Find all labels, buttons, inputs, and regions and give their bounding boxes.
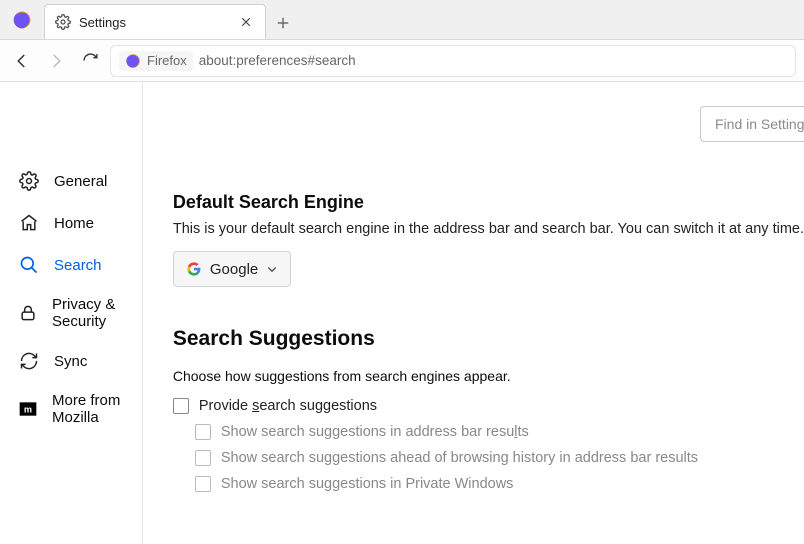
checkbox-box [173,398,189,414]
tab-title: Settings [79,15,229,30]
checkbox-box [195,450,211,466]
mozilla-icon: m [18,398,38,420]
home-icon [18,212,40,234]
show-suggestions-ahead-history-checkbox[interactable]: Show search suggestions ahead of browsin… [195,450,804,466]
find-placeholder: Find in Settings [715,116,804,132]
chevron-down-icon [266,263,278,275]
sidebar-item-privacy[interactable]: Privacy & Security [0,286,142,340]
section-heading: Default Search Engine [173,192,804,213]
show-suggestions-addressbar-checkbox[interactable]: Show search suggestions in address bar r… [195,424,804,440]
sidebar-item-more-mozilla[interactable]: m More from Mozilla [0,382,142,436]
sidebar-label: Home [54,215,94,232]
back-button[interactable] [8,47,36,75]
section-heading: Search Suggestions [173,327,804,351]
firefox-icon [125,53,141,69]
main-pane: Find in Settings Default Search Engine T… [143,82,804,544]
section-description: This is your default search engine in th… [173,221,804,237]
lock-icon [18,302,38,324]
gear-icon [18,170,40,192]
checkbox-label: Show search suggestions ahead of browsin… [221,450,698,466]
find-in-settings-input[interactable]: Find in Settings [700,106,804,142]
gear-icon [55,14,71,30]
section-description: Choose how suggestions from search engin… [173,368,804,384]
sidebar-label: More from Mozilla [52,392,124,426]
sidebar-label: General [54,173,107,190]
selected-engine-label: Google [210,261,258,278]
browser-tab[interactable]: Settings [44,4,266,39]
provide-search-suggestions-checkbox[interactable]: Provide search suggestions [173,398,804,414]
sidebar-item-general[interactable]: General [0,160,142,202]
close-tab-button[interactable] [237,13,255,31]
categories-sidebar: General Home Search Privacy & Security [0,82,143,544]
checkbox-box [195,476,211,492]
firefox-app-icon [0,0,44,39]
preferences-content: General Home Search Privacy & Security [0,82,804,544]
sidebar-label: Privacy & Security [52,296,124,330]
sync-icon [18,350,40,372]
svg-text:m: m [24,404,32,414]
sidebar-label: Search [54,257,102,274]
search-icon [18,254,40,276]
identity-label: Firefox [147,53,187,68]
sidebar-item-home[interactable]: Home [0,202,142,244]
url-text: about:preferences#search [199,53,356,68]
sidebar-item-sync[interactable]: Sync [0,340,142,382]
search-suggestions-section: Search Suggestions Choose how suggestion… [173,327,804,492]
checkbox-label: Show search suggestions in Private Windo… [221,476,514,492]
identity-box[interactable]: Firefox [119,51,193,71]
default-engine-dropdown[interactable]: Google [173,251,291,287]
checkbox-label: Provide search suggestions [199,398,377,414]
default-search-engine-section: Default Search Engine This is your defau… [173,192,804,287]
forward-button[interactable] [42,47,70,75]
sidebar-label: Sync [54,353,87,370]
nav-toolbar: Firefox about:preferences#search [0,40,804,82]
checkbox-label: Show search suggestions in address bar r… [221,424,529,440]
sidebar-item-search[interactable]: Search [0,244,142,286]
url-bar[interactable]: Firefox about:preferences#search [110,45,796,77]
reload-button[interactable] [76,47,104,75]
tab-strip: Settings [0,0,804,40]
checkbox-box [195,424,211,440]
show-suggestions-private-windows-checkbox[interactable]: Show search suggestions in Private Windo… [195,476,804,492]
new-tab-button[interactable] [266,6,300,39]
google-icon [186,261,202,277]
